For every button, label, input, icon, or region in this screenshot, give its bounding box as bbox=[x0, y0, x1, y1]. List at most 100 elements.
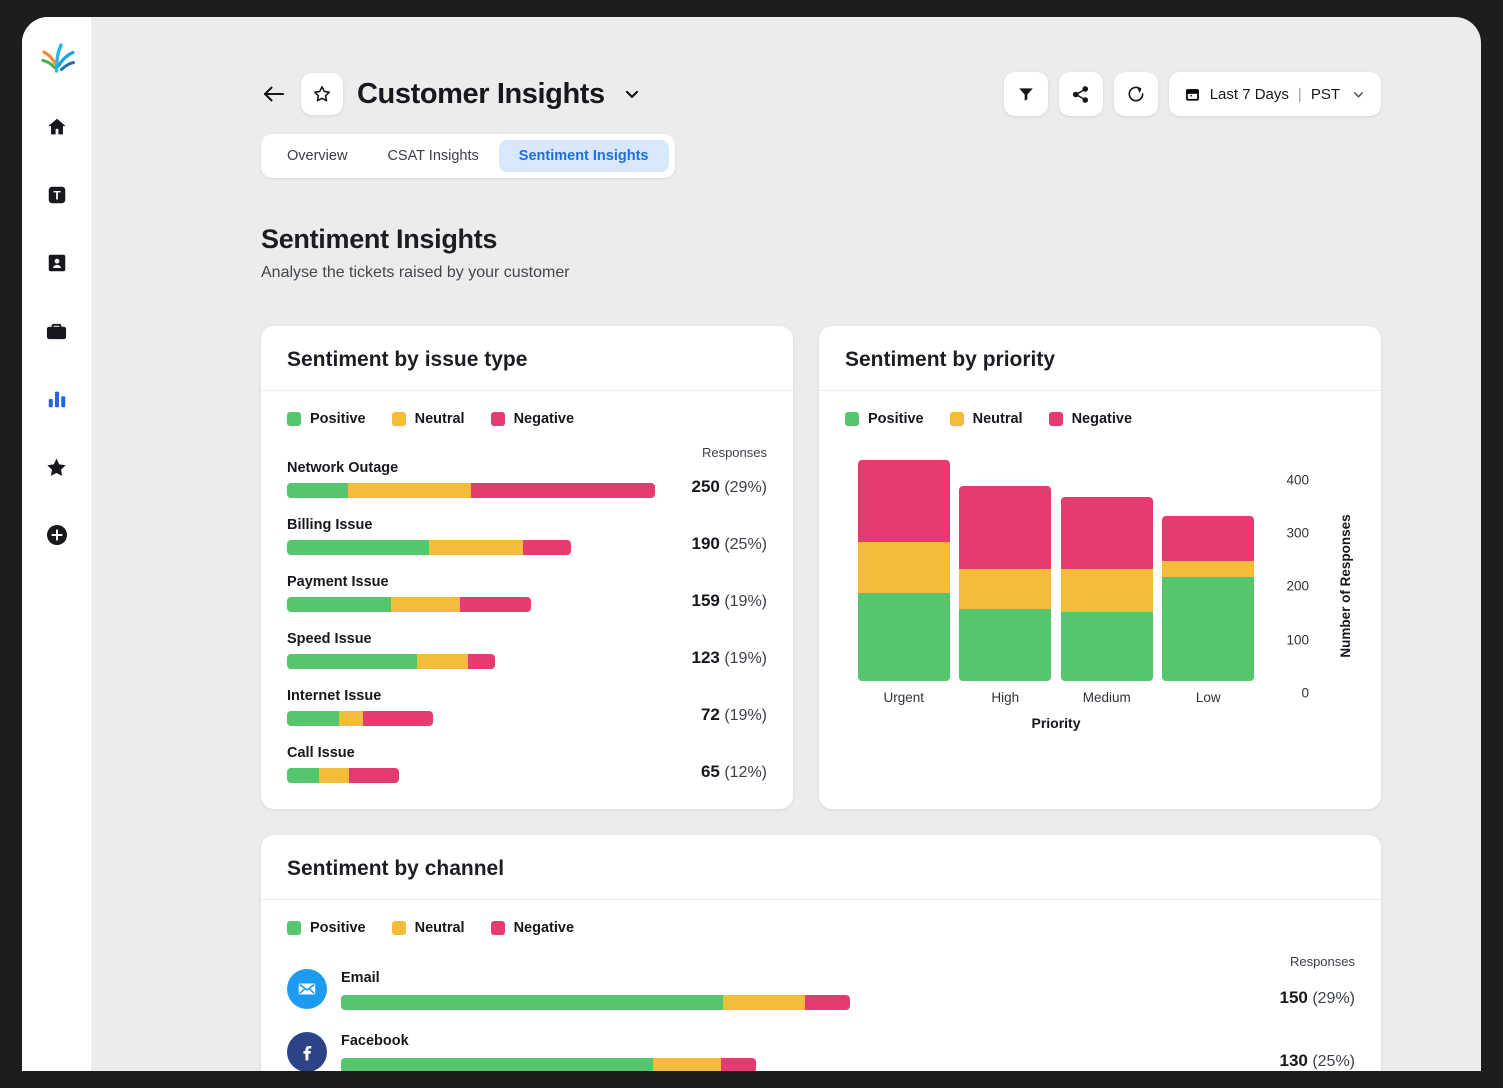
sidebar-item-analytics[interactable] bbox=[35, 377, 79, 421]
channel-label: Email bbox=[341, 970, 1231, 986]
date-range-label: Last 7 Days bbox=[1210, 86, 1289, 103]
responses-count: 190 bbox=[691, 534, 719, 553]
bar-segment-negative bbox=[468, 654, 495, 669]
sidebar-item-home[interactable] bbox=[35, 105, 79, 149]
charts-row: Sentiment by issue type PositiveNeutralN… bbox=[261, 326, 1381, 809]
bar-group: Billing Issue bbox=[287, 517, 655, 555]
legend-priority: PositiveNeutralNegative bbox=[845, 411, 1355, 427]
stacked-bar[interactable] bbox=[287, 540, 655, 555]
y-axis-tick-label: 300 bbox=[1265, 526, 1309, 541]
column-segment-negative bbox=[1061, 497, 1153, 569]
responses-count: 65 bbox=[701, 762, 720, 781]
section-title: Sentiment Insights bbox=[261, 224, 1381, 255]
tab-overview[interactable]: Overview bbox=[267, 140, 367, 172]
bar-segment-neutral bbox=[429, 540, 523, 555]
responses-cell: 250 (29%) bbox=[655, 477, 767, 498]
legend-channel: Positive Neutral Negative bbox=[287, 920, 1355, 936]
y-axis-tick-label: 200 bbox=[1265, 579, 1309, 594]
responses-count: 130 bbox=[1279, 1051, 1307, 1070]
legend-label: Neutral bbox=[973, 411, 1023, 427]
legend-item-neutral: Neutral bbox=[392, 411, 465, 427]
bar-segment-positive bbox=[287, 768, 319, 783]
responses-count: 150 bbox=[1279, 988, 1307, 1007]
bar-group: Internet Issue bbox=[287, 688, 655, 726]
column-segment-positive bbox=[959, 609, 1051, 681]
bar-segment-neutral bbox=[348, 483, 472, 498]
issue-type-label: Network Outage bbox=[287, 460, 655, 476]
issue-type-label: Billing Issue bbox=[287, 517, 655, 533]
column-segment-neutral bbox=[1061, 569, 1153, 612]
stacked-bar[interactable] bbox=[341, 995, 1231, 1010]
responses-count: 123 bbox=[691, 648, 719, 667]
freshworks-logo[interactable] bbox=[37, 37, 77, 77]
filter-button[interactable] bbox=[1004, 72, 1048, 116]
sidebar-item-deals[interactable] bbox=[35, 309, 79, 353]
legend-item-neutral: Neutral bbox=[950, 411, 1023, 427]
tab-csat-insights[interactable]: CSAT Insights bbox=[367, 140, 498, 172]
stacked-bar[interactable] bbox=[287, 597, 655, 612]
priority-column-slot bbox=[853, 457, 955, 681]
bar-segment-neutral bbox=[339, 711, 363, 726]
card-title: Sentiment by issue type bbox=[261, 326, 793, 391]
favourite-button[interactable] bbox=[301, 73, 343, 115]
y-axis-title: Number of Responses bbox=[1338, 514, 1353, 657]
bar-segment-neutral bbox=[391, 597, 460, 612]
export-button[interactable] bbox=[1114, 72, 1158, 116]
stacked-bar[interactable] bbox=[287, 654, 655, 669]
bar-segment-neutral bbox=[417, 654, 468, 669]
sidebar-item-tickets[interactable]: T bbox=[35, 173, 79, 217]
chevron-down-icon[interactable] bbox=[621, 83, 643, 105]
share-button[interactable] bbox=[1059, 72, 1103, 116]
bar-segment-negative bbox=[363, 711, 433, 726]
stacked-bar[interactable] bbox=[287, 768, 655, 783]
sidebar-item-contacts[interactable] bbox=[35, 241, 79, 285]
bar-segment-negative bbox=[460, 597, 531, 612]
stacked-bar[interactable] bbox=[287, 483, 655, 498]
tab-sentiment-insights[interactable]: Sentiment Insights bbox=[499, 140, 669, 172]
sidebar-item-add[interactable] bbox=[35, 513, 79, 557]
bar-segment-negative bbox=[349, 768, 399, 783]
issue-type-bar-list: Responses Network Outage250 (29%) Billing… bbox=[287, 445, 767, 783]
issue-type-row: Internet Issue72 (19%) bbox=[287, 688, 767, 726]
y-axis-tick-label: 400 bbox=[1265, 472, 1309, 487]
column-segment-neutral bbox=[858, 542, 950, 593]
column-segment-negative bbox=[858, 460, 950, 543]
back-arrow-icon[interactable] bbox=[261, 81, 287, 107]
x-axis-tick-label: Medium bbox=[1056, 690, 1158, 705]
x-axis-title: Priority bbox=[853, 715, 1259, 731]
legend-label: Positive bbox=[868, 411, 924, 427]
issue-type-label: Speed Issue bbox=[287, 631, 655, 647]
responses-percent: (29%) bbox=[1312, 990, 1355, 1007]
card-title: Sentiment by channel bbox=[261, 835, 1381, 900]
legend-item-positive: Positive bbox=[845, 411, 924, 427]
stacked-bar[interactable] bbox=[341, 1058, 1231, 1071]
date-separator: | bbox=[1298, 86, 1302, 103]
responses-percent: (25%) bbox=[1312, 1053, 1355, 1070]
sidebar-item-favourites[interactable] bbox=[35, 445, 79, 489]
responses-column-header: Responses bbox=[702, 445, 767, 460]
priority-stacked-column[interactable] bbox=[959, 486, 1051, 681]
date-range-selector[interactable]: Last 7 Days | PST bbox=[1169, 72, 1381, 116]
legend-label: Positive bbox=[310, 920, 366, 936]
responses-cell: 65 (12%) bbox=[655, 762, 767, 783]
priority-stacked-column[interactable] bbox=[1061, 497, 1153, 681]
priority-stacked-column[interactable] bbox=[1162, 516, 1254, 681]
stacked-bar[interactable] bbox=[287, 711, 655, 726]
legend-swatch-negative-icon bbox=[1049, 412, 1063, 426]
facebook-icon bbox=[287, 1032, 327, 1071]
bar-group: Speed Issue bbox=[287, 631, 655, 669]
channel-row: Email 150 (29%) bbox=[287, 969, 1355, 1010]
bar-segment-positive bbox=[341, 1058, 653, 1071]
y-axis: 0100200300400 bbox=[1265, 457, 1309, 681]
bar-group: Call Issue bbox=[287, 745, 655, 783]
responses-column-header: Responses bbox=[1290, 954, 1355, 969]
email-icon bbox=[287, 969, 327, 1009]
legend-issue-type: PositiveNeutralNegative bbox=[287, 411, 767, 427]
card-sentiment-by-channel: Sentiment by channel Positive Neutral Nega… bbox=[261, 835, 1381, 1071]
responses-percent: (12%) bbox=[724, 764, 767, 781]
legend-item-negative: Negative bbox=[491, 920, 574, 936]
priority-column-slot bbox=[1056, 457, 1158, 681]
priority-stacked-column[interactable] bbox=[858, 460, 950, 681]
column-segment-positive bbox=[1061, 612, 1153, 681]
legend-label: Neutral bbox=[415, 920, 465, 936]
